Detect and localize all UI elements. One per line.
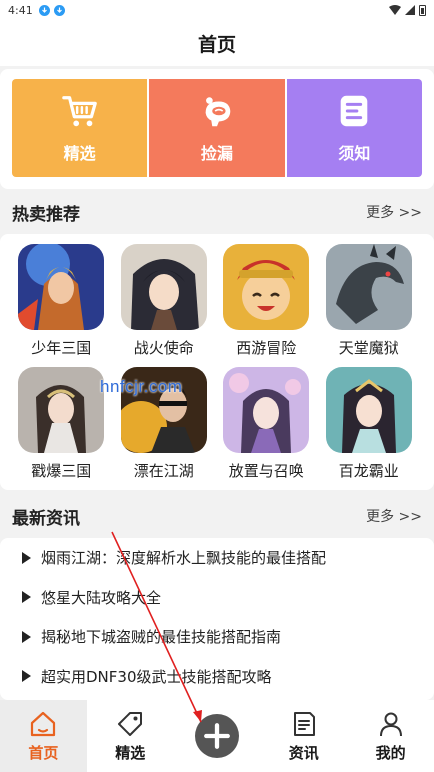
news-more-link[interactable]: 更多 >> [366, 506, 422, 526]
nav-publish[interactable] [174, 700, 261, 772]
game-thumbnail [120, 244, 207, 330]
news-item[interactable]: 揭秘地下城盗贼的最佳技能搭配指南 [12, 617, 422, 657]
nav-label: 首页 [28, 743, 59, 762]
news-item-title: 揭秘地下城盗贼的最佳技能搭配指南 [41, 628, 282, 647]
news-card: 烟雨江湖：深度解析水上飘技能的最佳搭配 悠星大陆攻略大全 揭秘地下城盗贼的最佳技… [0, 538, 434, 700]
game-name: 战火使命 [133, 339, 194, 357]
add-button[interactable] [194, 714, 239, 758]
wifi-icon [389, 5, 401, 15]
nav-mine[interactable]: 我的 [347, 700, 434, 772]
game-name: 放置与召唤 [228, 462, 304, 480]
game-thumbnail [18, 244, 105, 330]
bullet-triangle-icon [22, 551, 31, 564]
status-bar: 4:41 [0, 0, 434, 20]
plus-icon [204, 723, 230, 749]
game-thumbnail [18, 367, 105, 453]
shopping-cart-icon [61, 96, 97, 127]
download-icon [53, 4, 65, 16]
nav-label: 资讯 [288, 743, 319, 762]
news-item-title: 悠星大陆攻略大全 [41, 588, 162, 607]
game-item[interactable]: 天堂魔狱 [318, 244, 421, 359]
game-item[interactable]: 西游冒险 [215, 244, 318, 359]
game-thumbnail [223, 367, 310, 453]
nav-home[interactable]: 首页 [0, 700, 87, 772]
category-label: 精选 [63, 144, 96, 163]
hot-games-card: 少年三国 战火使命 西游冒险 天堂魔狱 戳爆三国 漂在江湖 放置与召唤 百龙霸业 [0, 234, 434, 490]
category-notice-button[interactable]: 须知 [286, 79, 422, 177]
battery-icon [419, 4, 426, 16]
nav-news[interactable]: 资讯 [260, 700, 347, 772]
hot-section-header: 热卖推荐 更多 >> [0, 192, 434, 232]
piggy-bank-icon [205, 97, 231, 127]
hot-more-link[interactable]: 更多 >> [366, 202, 422, 222]
document-icon [293, 711, 315, 736]
game-name: 漂在江湖 [133, 462, 194, 480]
category-label: 捡漏 [200, 144, 233, 163]
status-time: 4:41 [8, 3, 33, 17]
game-item[interactable]: 战火使命 [113, 244, 216, 359]
game-thumbnail [223, 244, 310, 330]
news-item-title: 烟雨江湖：深度解析水上飘技能的最佳搭配 [41, 549, 327, 568]
category-card: 精选 捡漏 须知 [0, 69, 434, 189]
signal-icon [405, 5, 415, 15]
news-item[interactable]: 悠星大陆攻略大全 [12, 578, 422, 618]
news-section-header: 最新资讯 更多 >> [0, 496, 434, 536]
news-section-title: 最新资讯 [12, 508, 80, 529]
user-icon [379, 712, 402, 736]
bullet-triangle-icon [22, 630, 31, 643]
category-label: 须知 [338, 144, 371, 163]
game-name: 戳爆三国 [31, 462, 92, 480]
nav-label: 我的 [375, 743, 406, 762]
app-header: 首页 [0, 20, 434, 66]
page-title: 首页 [197, 33, 236, 56]
download-icon [38, 4, 50, 16]
bottom-navigation: 首页 精选 资讯 我的 [0, 700, 434, 772]
notice-document-icon [341, 95, 368, 127]
game-name: 少年三国 [31, 339, 92, 357]
game-item[interactable]: 少年三国 [10, 244, 113, 359]
news-item-title: 超实用DNF30级武士技能搭配攻略 [41, 667, 272, 686]
game-item[interactable]: 放置与召唤 [215, 367, 318, 482]
game-name: 西游冒险 [236, 339, 297, 357]
nav-featured[interactable]: 精选 [87, 700, 174, 772]
category-featured-button[interactable]: 精选 [12, 79, 150, 177]
game-thumbnail [325, 367, 412, 453]
hot-section-title: 热卖推荐 [12, 204, 80, 225]
game-item[interactable]: 戳爆三国 [10, 367, 113, 482]
home-icon [31, 711, 56, 736]
game-item[interactable]: 百龙霸业 [318, 367, 421, 482]
news-item[interactable]: 超实用DNF30级武士技能搭配攻略 [12, 657, 422, 697]
bullet-triangle-icon [22, 591, 31, 604]
watermark-text: hnfcjr.com [100, 377, 183, 396]
category-bargain-button[interactable]: 捡漏 [149, 79, 287, 177]
news-item[interactable]: 烟雨江湖：深度解析水上飘技能的最佳搭配 [12, 538, 422, 578]
game-thumbnail [325, 244, 412, 330]
nav-label: 精选 [115, 743, 146, 762]
tag-icon [118, 711, 143, 736]
bullet-triangle-icon [22, 670, 31, 683]
game-name: 百龙霸业 [338, 462, 399, 480]
game-name: 天堂魔狱 [338, 339, 399, 357]
